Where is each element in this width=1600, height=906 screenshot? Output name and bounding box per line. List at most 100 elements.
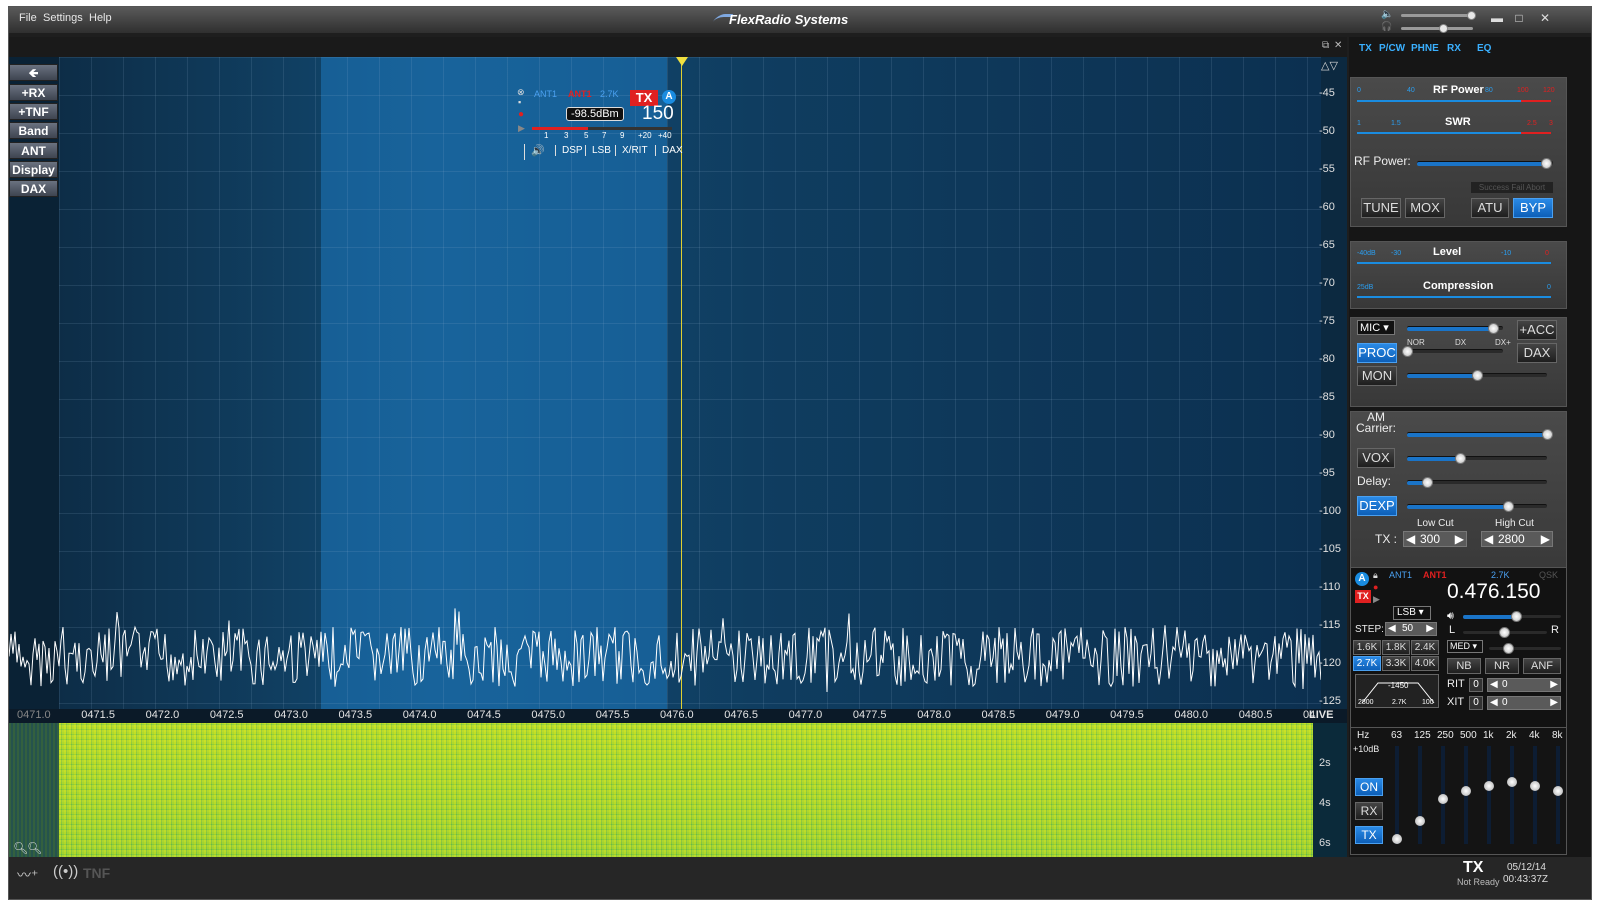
add-rx-button[interactable]: +RX	[9, 84, 58, 101]
increment-icon[interactable]: ▶	[1550, 697, 1558, 708]
filter-preset-button[interactable]: 3.3K	[1382, 656, 1410, 671]
menu-settings[interactable]: Settings	[43, 12, 83, 24]
agc-mode-select[interactable]: MED ▾	[1447, 640, 1483, 653]
increment-icon[interactable]: ▶	[1455, 532, 1464, 546]
filter-preset-button[interactable]: 1.8K	[1382, 640, 1410, 655]
add-panadapter-icon[interactable]: 〰⁺	[17, 865, 38, 885]
collapse-arrow-button[interactable]: 🡸	[9, 64, 58, 81]
slice-rx-antenna[interactable]: ANT1	[534, 89, 557, 99]
high-cut-value[interactable]: 2800	[1498, 532, 1525, 546]
nb-button[interactable]: NB	[1447, 658, 1481, 674]
mic-level-slider[interactable]	[1407, 323, 1503, 334]
eq-band-slider[interactable]	[1392, 746, 1402, 844]
menu-help[interactable]: Help	[89, 12, 112, 24]
high-cut-spinner[interactable]: ◀ 2800 ▶	[1481, 531, 1553, 547]
slice-tx-antenna[interactable]: ANT1	[568, 89, 592, 99]
rit-value[interactable]: 0	[1502, 679, 1508, 690]
decrement-icon[interactable]: ◀	[1490, 679, 1498, 690]
byp-button[interactable]: BYP	[1513, 198, 1553, 218]
proc-level-slider[interactable]	[1402, 346, 1503, 357]
xit-spinner[interactable]: ◀ 0 ▶	[1487, 696, 1561, 710]
eq-band-slider[interactable]	[1415, 746, 1425, 844]
zoom-out-icon[interactable]: 🔍︎	[13, 841, 28, 855]
am-carrier-slider[interactable]	[1407, 429, 1553, 440]
dexp-button[interactable]: DEXP	[1357, 496, 1397, 516]
decrement-icon[interactable]: ◀	[1388, 623, 1396, 634]
increment-icon[interactable]: ▶	[1550, 679, 1558, 690]
monitor-level-slider[interactable]	[1407, 370, 1547, 381]
xrit-button[interactable]: X/RIT	[615, 145, 648, 156]
slice-letter-badge[interactable]: A	[662, 90, 676, 104]
slice-audio-icon[interactable]: 🔊	[531, 144, 545, 157]
lock-icon[interactable]: 🔒︎	[1373, 570, 1378, 581]
slice-frequency-tail[interactable]: 150	[642, 103, 674, 125]
band-button[interactable]: Band	[9, 122, 58, 139]
atu-button[interactable]: ATU	[1471, 198, 1509, 218]
eq-band-slider[interactable]	[1530, 746, 1540, 844]
zoom-in-icon[interactable]: 🔍︎	[27, 841, 42, 855]
step-spinner[interactable]: ◀ 50 ▶	[1385, 622, 1437, 636]
nr-button[interactable]: NR	[1485, 658, 1519, 674]
record-icon[interactable]: ●	[1373, 582, 1378, 592]
audio-pan-slider[interactable]	[1463, 627, 1547, 638]
eq-band-knob[interactable]	[1392, 834, 1402, 844]
lock-icon[interactable]: ▪	[518, 97, 521, 107]
eq-rx-button[interactable]: RX	[1355, 802, 1383, 820]
decrement-icon[interactable]: ◀	[1406, 532, 1415, 546]
frequency-axis[interactable]: LIVE 0471.0 0471.5 0472.0 0472.5 0473.0 0473.…	[9, 709, 1347, 723]
eq-on-button[interactable]: ON	[1355, 778, 1383, 796]
eq-tx-button[interactable]: TX	[1355, 826, 1383, 844]
slice-frequency-marker[interactable]	[676, 57, 688, 66]
tab-tx[interactable]: TX	[1359, 41, 1372, 57]
eq-band-knob[interactable]	[1415, 816, 1425, 827]
proc-button[interactable]: PROC	[1357, 343, 1397, 363]
eq-band-knob[interactable]	[1507, 776, 1517, 787]
acc-button[interactable]: +ACC	[1517, 320, 1557, 340]
rx-slice-letter[interactable]: A	[1355, 572, 1369, 586]
decrement-icon[interactable]: ◀	[1484, 532, 1493, 546]
speaker-mute-icon[interactable]: 🔈	[1381, 9, 1393, 20]
undock-icon[interactable]: ⧉	[1322, 40, 1329, 51]
add-tnf-button[interactable]: +TNF	[9, 103, 58, 120]
passband-display[interactable]: -1450 2800 2.7K 100	[1355, 674, 1439, 708]
increment-icon[interactable]: ▶	[1426, 623, 1434, 634]
tab-pcw[interactable]: P/CW	[1379, 41, 1405, 57]
tab-phone[interactable]: PHNE	[1411, 41, 1439, 57]
ant-button[interactable]: ANT	[9, 142, 58, 159]
close-pan-icon[interactable]: ✕	[1334, 40, 1342, 51]
mox-button[interactable]: MOX	[1405, 198, 1445, 218]
filter-preset-button[interactable]: 1.6K	[1353, 640, 1381, 655]
eq-band-knob[interactable]	[1530, 781, 1540, 792]
filter-preset-button[interactable]: 2.7K	[1353, 656, 1381, 671]
low-cut-value[interactable]: 300	[1420, 532, 1440, 546]
menu-file[interactable]: File	[19, 12, 37, 24]
filter-preset-button[interactable]: 2.4K	[1411, 640, 1439, 655]
close-button[interactable]: ✕	[1535, 10, 1555, 26]
master-volume-slider[interactable]	[1401, 11, 1476, 20]
rx-slice-tx-antenna[interactable]: ANT1	[1423, 570, 1447, 580]
rit-toggle[interactable]: 0	[1469, 678, 1483, 692]
zoom-arrows-icon[interactable]: △▽	[1321, 59, 1338, 72]
waterfall[interactable]: 2s 4s 6s 🔍︎ 🔍︎	[9, 723, 1347, 857]
slice-flag[interactable]: ⊗ ▪ ● ▶ ANT1 ANT1 2.7K TX A -98.5dBm 150…	[514, 87, 686, 163]
dax-button[interactable]: DAX	[9, 180, 58, 197]
maximize-button[interactable]: □	[1509, 10, 1529, 26]
slice-dax-button[interactable]: DAX	[655, 145, 683, 156]
low-cut-spinner[interactable]: ◀ 300 ▶	[1403, 531, 1467, 547]
eq-band-slider[interactable]	[1484, 746, 1494, 844]
step-value[interactable]: 50	[1402, 623, 1413, 634]
agc-threshold-slider[interactable]	[1489, 643, 1561, 654]
mic-source-select[interactable]: MIC ▾	[1357, 320, 1395, 335]
vox-delay-slider[interactable]	[1407, 477, 1547, 488]
mode-select[interactable]: LSB ▾	[1393, 606, 1431, 620]
eq-band-knob[interactable]	[1553, 785, 1563, 796]
anf-button[interactable]: ANF	[1523, 658, 1561, 674]
rit-spinner[interactable]: ◀ 0 ▶	[1487, 678, 1561, 692]
play-icon[interactable]: ▶	[1373, 594, 1380, 605]
tab-eq[interactable]: EQ	[1477, 41, 1491, 57]
panadapter[interactable]: ⧉ ✕ △▽ 🡸 +RX +TNF Band ANT Display DAX -…	[9, 37, 1347, 709]
tab-rx[interactable]: RX	[1447, 41, 1461, 57]
tnf-label[interactable]: TNF	[83, 865, 110, 881]
tune-button[interactable]: TUNE	[1361, 198, 1401, 218]
eq-band-knob[interactable]	[1484, 781, 1494, 792]
